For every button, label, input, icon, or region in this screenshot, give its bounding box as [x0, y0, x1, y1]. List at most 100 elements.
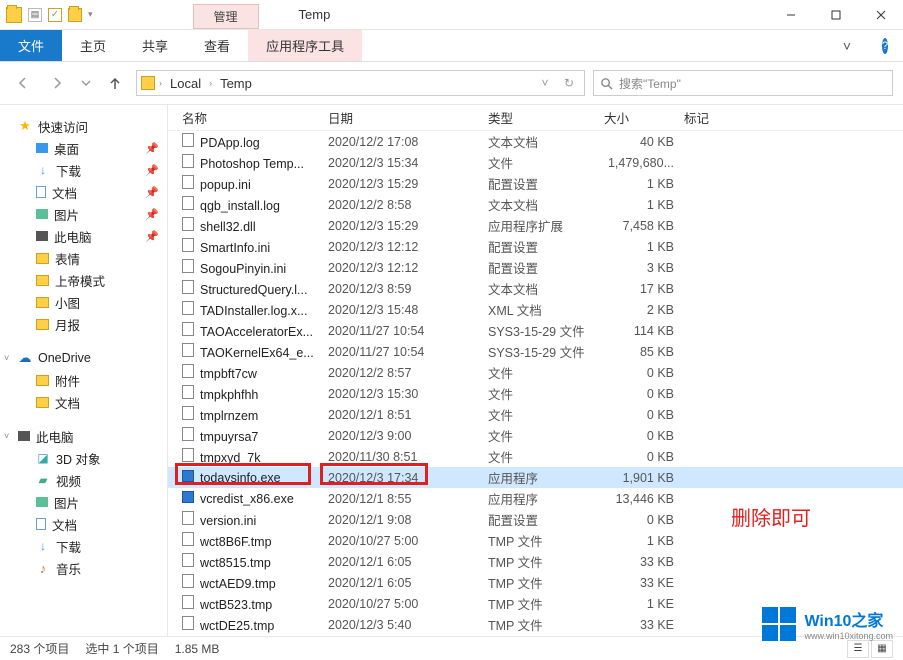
chevron-right-icon[interactable]: › — [209, 78, 212, 88]
file-row[interactable]: tmpuyrsa72020/12/3 9:00文件0 KB — [168, 425, 903, 446]
ribbon-supertab-manage[interactable]: 管理 — [193, 4, 259, 29]
file-row[interactable]: todaysinfo.exe2020/12/3 17:34应用程序1,901 K… — [168, 467, 903, 488]
file-size: 40 KB — [604, 135, 684, 149]
file-row[interactable]: popup.ini2020/12/3 15:29配置设置1 KB — [168, 173, 903, 194]
sidebar-wendang2[interactable]: 文档 — [0, 391, 167, 413]
col-tag[interactable]: 标记 — [684, 108, 744, 127]
file-icon — [182, 217, 194, 231]
sidebar-yuebao[interactable]: 月报 — [0, 313, 167, 335]
sidebar-quick-access[interactable]: ★快速访问 — [0, 115, 167, 137]
col-type[interactable]: 类型 — [488, 108, 604, 127]
tab-home[interactable]: 主页 — [62, 30, 124, 61]
file-size: 1 KB — [604, 198, 684, 212]
sidebar-xiaotu[interactable]: 小图 — [0, 291, 167, 313]
file-date: 2020/12/1 6:05 — [328, 555, 488, 569]
search-input[interactable]: 搜索"Temp" — [593, 70, 893, 96]
sidebar-documents2[interactable]: 文档 — [0, 513, 167, 535]
tab-context-apptools[interactable]: 应用程序工具 — [248, 30, 362, 61]
file-name: StructuredQuery.l... — [178, 280, 328, 297]
back-button[interactable] — [10, 70, 36, 96]
sidebar-fujian[interactable]: 附件 — [0, 369, 167, 391]
file-row[interactable]: wct8515.tmp2020/12/1 6:05TMP 文件33 KB — [168, 551, 903, 572]
file-date: 2020/12/3 17:34 — [328, 471, 488, 485]
folder-icon — [36, 275, 49, 286]
crumb-temp[interactable]: Temp — [216, 76, 256, 91]
file-date: 2020/12/3 15:29 — [328, 219, 488, 233]
sidebar-downloads[interactable]: ↓下载📌 — [0, 159, 167, 181]
col-size[interactable]: 大小 — [604, 108, 684, 127]
sidebar-downloads2[interactable]: ↓下载 — [0, 535, 167, 557]
file-row[interactable]: tmpkphfhh2020/12/3 15:30文件0 KB — [168, 383, 903, 404]
file-row[interactable]: shell32.dll2020/12/3 15:29应用程序扩展7,458 KB — [168, 215, 903, 236]
sidebar-godmode[interactable]: 上帝模式 — [0, 269, 167, 291]
qat-check-icon[interactable]: ✓ — [48, 8, 62, 22]
pin-icon: 📌 — [145, 186, 159, 199]
crumb-local[interactable]: Local — [166, 76, 205, 91]
breadcrumb[interactable]: › Local › Temp ˅ ↻ — [136, 70, 585, 96]
sidebar-pictures[interactable]: 图片📌 — [0, 203, 167, 225]
file-name: tmpxyd_7k — [178, 448, 328, 465]
download-icon: ↓ — [36, 163, 50, 177]
file-row[interactable]: StructuredQuery.l...2020/12/3 8:59文本文档17… — [168, 278, 903, 299]
file-size: 33 KB — [604, 555, 684, 569]
file-row[interactable]: SmartInfo.ini2020/12/3 12:12配置设置1 KB — [168, 236, 903, 257]
history-dropdown[interactable]: ˅ — [534, 70, 556, 96]
col-name[interactable]: 名称 — [178, 108, 328, 127]
chevron-right-icon[interactable]: › — [159, 78, 162, 88]
file-row[interactable]: PDApp.log2020/12/2 17:08文本文档40 KB — [168, 131, 903, 152]
file-row[interactable]: TADInstaller.log.x...2020/12/3 15:48XML … — [168, 299, 903, 320]
close-button[interactable] — [858, 1, 903, 29]
annotation-text: 删除即可 — [731, 502, 811, 531]
status-size: 1.85 MB — [175, 642, 220, 656]
file-icon — [182, 196, 194, 210]
file-icon — [182, 532, 194, 546]
file-row[interactable]: tmplrnzem2020/12/1 8:51文件0 KB — [168, 404, 903, 425]
file-row[interactable]: Photoshop Temp...2020/12/3 15:34文件1,479,… — [168, 152, 903, 173]
sidebar-thispc[interactable]: 此电脑📌 — [0, 225, 167, 247]
refresh-button[interactable]: ↻ — [558, 70, 580, 96]
tab-share[interactable]: 共享 — [124, 30, 186, 61]
file-size: 13,446 KB — [604, 492, 684, 506]
file-row[interactable]: TAOAcceleratorEx...2020/11/27 10:54SYS3-… — [168, 320, 903, 341]
caret-icon[interactable]: ˅ — [4, 431, 9, 441]
file-row[interactable]: tmpxyd_7k2020/11/30 8:51文件0 KB — [168, 446, 903, 467]
sidebar-video[interactable]: ▰视频 — [0, 469, 167, 491]
forward-button[interactable] — [44, 70, 70, 96]
file-row[interactable]: SogouPinyin.ini2020/12/3 12:12配置设置3 KB — [168, 257, 903, 278]
file-icon — [182, 238, 194, 252]
help-button[interactable]: ? — [867, 30, 903, 61]
sidebar-documents[interactable]: 文档📌 — [0, 181, 167, 203]
minimize-button[interactable] — [768, 1, 813, 29]
file-date: 2020/12/3 12:12 — [328, 240, 488, 254]
sidebar-desktop[interactable]: 桌面📌 — [0, 137, 167, 159]
col-date[interactable]: 日期 — [328, 108, 488, 127]
file-row[interactable]: TAOKernelEx64_e...2020/11/27 10:54SYS3-1… — [168, 341, 903, 362]
file-row[interactable]: wct8B6F.tmp2020/10/27 5:00TMP 文件1 KB — [168, 530, 903, 551]
tab-view[interactable]: 查看 — [186, 30, 248, 61]
tab-file[interactable]: 文件 — [0, 30, 62, 61]
file-row[interactable]: qgb_install.log2020/12/2 8:58文本文档1 KB — [168, 194, 903, 215]
view-details-button[interactable]: ☰ — [847, 640, 869, 658]
recent-dropdown[interactable] — [78, 70, 94, 96]
file-icon — [182, 574, 194, 588]
sidebar-thispc2[interactable]: ˅此电脑 — [0, 425, 167, 447]
qat-folder-icon[interactable] — [68, 8, 82, 22]
file-row[interactable]: tmpbft7cw2020/12/2 8:57文件0 KB — [168, 362, 903, 383]
maximize-button[interactable] — [813, 1, 858, 29]
ribbon-expand-button[interactable]: ˅ — [827, 30, 867, 61]
view-icons-button[interactable]: ▦ — [871, 640, 893, 658]
caret-icon[interactable]: ˅ — [4, 353, 9, 363]
up-button[interactable] — [102, 70, 128, 96]
sidebar-pictures2[interactable]: 图片 — [0, 491, 167, 513]
file-row[interactable]: wctAED9.tmp2020/12/1 6:05TMP 文件33 KE — [168, 572, 903, 593]
sidebar-music[interactable]: ♪音乐 — [0, 557, 167, 579]
file-size: 114 KB — [604, 324, 684, 338]
file-date: 2020/12/3 9:00 — [328, 429, 488, 443]
ribbon-tabs: 文件 主页 共享 查看 应用程序工具 ˅ ? — [0, 30, 903, 62]
breadcrumb-folder-icon — [141, 76, 155, 90]
file-type: SYS3-15-29 文件 — [488, 342, 604, 361]
sidebar-emo[interactable]: 表情 — [0, 247, 167, 269]
sidebar-3d[interactable]: ◪3D 对象 — [0, 447, 167, 469]
qat-props-icon[interactable]: ▤ — [28, 8, 42, 22]
sidebar-onedrive[interactable]: ˅☁OneDrive — [0, 347, 167, 369]
